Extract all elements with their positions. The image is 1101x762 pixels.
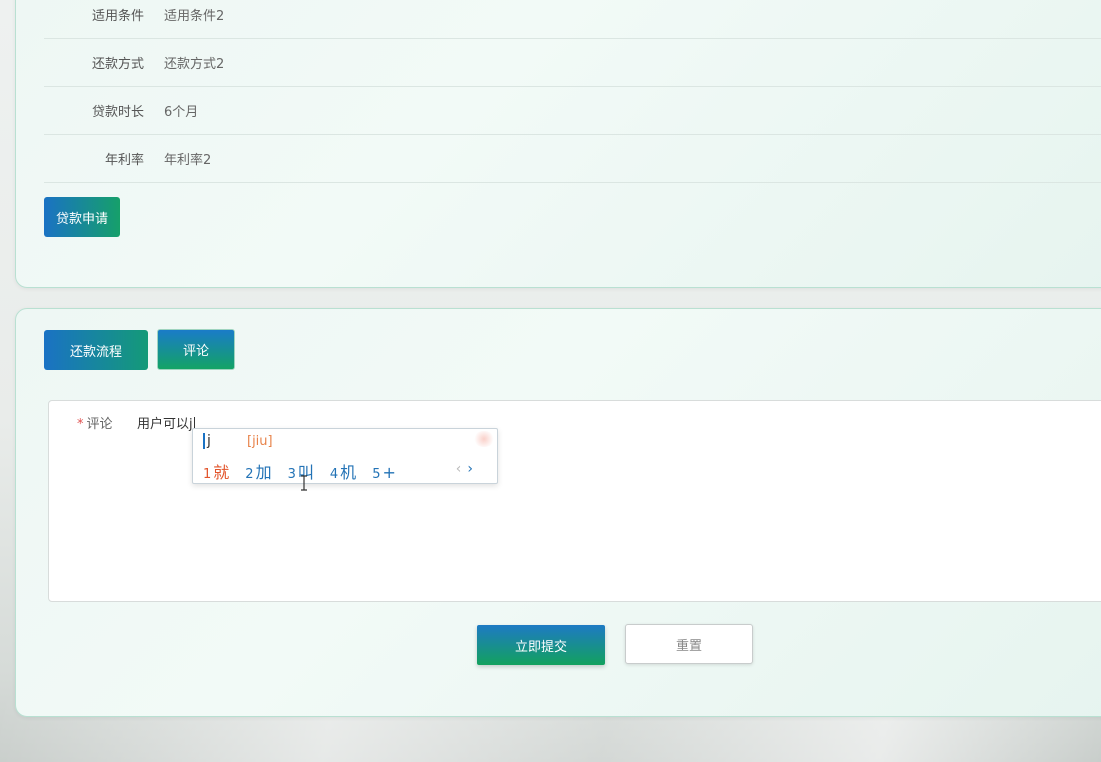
ime-pinyin-hint: [jiu] — [247, 434, 273, 449]
comment-input-text: 用户可以j — [137, 413, 195, 432]
detail-row-condition: 适用条件 适用条件2 — [44, 0, 1101, 39]
candidate-number: 3 — [287, 467, 296, 482]
ime-candidate-5[interactable]: 5 + — [372, 463, 396, 482]
ime-composition-text: j — [203, 433, 211, 449]
ibeam-cursor-icon — [301, 475, 307, 491]
candidate-number: 2 — [245, 467, 254, 482]
loan-detail-card: 适用条件 适用条件2 还款方式 还款方式2 贷款时长 6个月 年利率 年利率2 … — [15, 0, 1101, 288]
detail-row-duration: 贷款时长 6个月 — [44, 87, 1101, 135]
detail-label: 适用条件 — [91, 9, 144, 24]
ime-composition: j — [203, 433, 211, 449]
reset-button[interactable]: 重置 — [625, 624, 753, 664]
tab-repay-flow[interactable]: 还款流程 — [44, 330, 148, 370]
ime-candidate-4[interactable]: 4机 — [330, 459, 356, 483]
ime-prev-icon[interactable]: ‹ — [456, 461, 462, 477]
detail-value: 年利率2 — [164, 153, 212, 168]
ime-candidate-popup: j [jiu] 1就 2加 3叫 4机 5 + ‹ › — [192, 428, 498, 484]
submit-button[interactable]: 立即提交 — [477, 625, 605, 665]
tab-comment[interactable]: 评论 — [157, 329, 235, 370]
detail-value: 还款方式2 — [164, 57, 225, 72]
detail-label: 还款方式 — [91, 57, 144, 72]
ime-candidate-2[interactable]: 2加 — [245, 459, 271, 483]
candidate-number: 1 — [203, 467, 212, 482]
candidate-text: 加 — [255, 463, 272, 482]
ime-candidate-1[interactable]: 1就 — [203, 459, 229, 483]
required-mark: * — [77, 417, 84, 432]
detail-row-annual-rate: 年利率 年利率2 — [44, 135, 1101, 183]
ime-logo-icon — [473, 431, 495, 447]
ime-next-icon[interactable]: › — [467, 461, 473, 477]
detail-row-repay-method: 还款方式 还款方式2 — [44, 39, 1101, 87]
loan-apply-button[interactable]: 贷款申请 — [44, 197, 120, 237]
candidate-text: + — [382, 463, 396, 482]
candidate-text: 就 — [213, 463, 230, 482]
detail-label: 年利率 — [104, 153, 144, 168]
comment-label: * 评论 — [77, 413, 113, 432]
detail-value: 6个月 — [164, 105, 199, 120]
detail-label: 贷款时长 — [91, 105, 144, 120]
candidate-number: 5 — [372, 467, 381, 482]
ime-page-arrows: ‹ › — [456, 461, 473, 477]
detail-value: 适用条件2 — [164, 9, 225, 24]
comment-label-text: 评论 — [86, 417, 113, 432]
candidate-number: 4 — [329, 467, 339, 482]
comment-value: 用户可以j — [137, 417, 193, 432]
candidate-text: 机 — [340, 463, 357, 482]
